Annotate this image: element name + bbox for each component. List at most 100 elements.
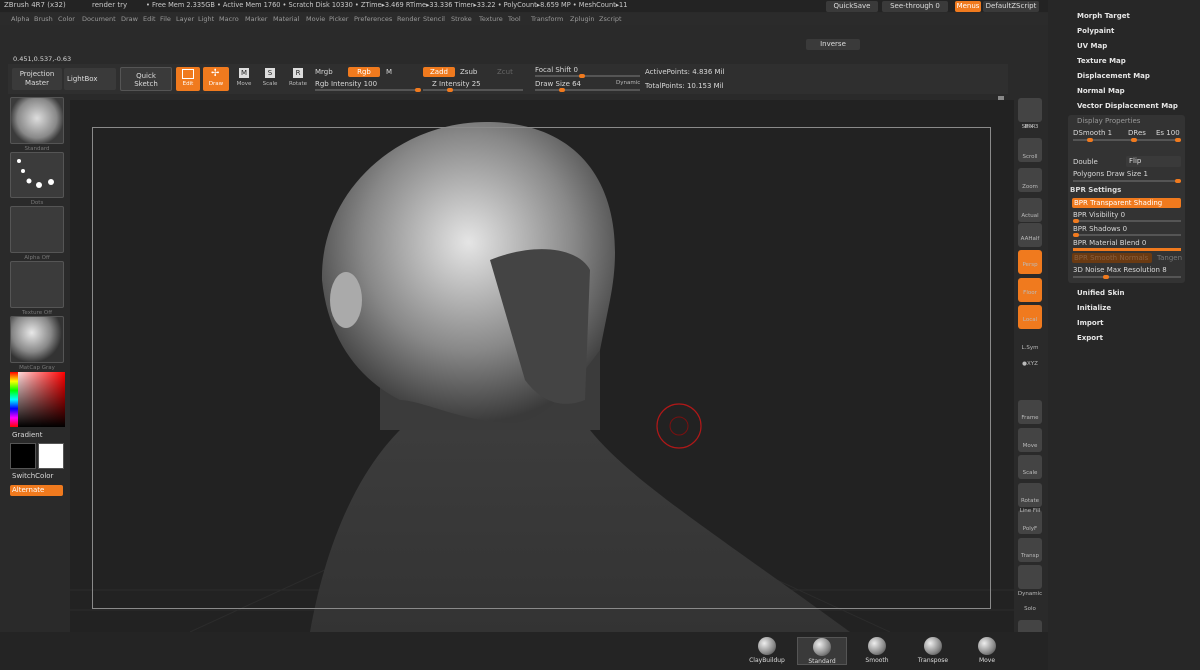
dsmooth-knob[interactable] xyxy=(1087,138,1093,142)
rgb-intensity-knob[interactable] xyxy=(415,88,421,92)
menu-brush[interactable]: Brush xyxy=(34,15,53,23)
tangent-button[interactable]: Tangen xyxy=(1157,254,1182,262)
quicksave-button[interactable]: QuickSave xyxy=(826,1,878,12)
menu-macro[interactable]: Macro xyxy=(219,15,239,23)
stroke-thumbnail[interactable]: Dots xyxy=(10,152,64,206)
alpha-thumbnail[interactable]: Alpha Off xyxy=(10,206,64,261)
brush-transpose-button[interactable]: Transpose xyxy=(908,637,958,665)
menu-edit[interactable]: Edit xyxy=(143,15,156,23)
menu-color[interactable]: Color xyxy=(58,15,75,23)
alternate-button[interactable]: Alternate xyxy=(10,485,63,496)
brush-move-button[interactable]: Move xyxy=(962,637,1012,665)
bpr-material-blend-label[interactable]: BPR Material Blend 0 xyxy=(1073,239,1146,247)
brush-thumbnail[interactable]: Standard xyxy=(10,97,64,152)
rgb-intensity-slider[interactable] xyxy=(315,88,421,92)
canvas-scroll-handle[interactable] xyxy=(998,96,1004,100)
z-intensity-knob[interactable] xyxy=(447,88,453,92)
focal-shift-slider[interactable] xyxy=(535,74,640,78)
tool-item-import[interactable]: Import xyxy=(1077,319,1104,327)
draw-size-slider[interactable] xyxy=(535,88,640,92)
polygons-draw-size-knob[interactable] xyxy=(1175,179,1181,183)
menu-material[interactable]: Material xyxy=(273,15,299,23)
tool-item-normal-map[interactable]: Normal Map xyxy=(1077,87,1125,95)
bpr-shadows-label[interactable]: BPR Shadows 0 xyxy=(1073,225,1127,233)
tool-item-initialize[interactable]: Initialize xyxy=(1077,304,1111,312)
tool-item-texture-map[interactable]: Texture Map xyxy=(1077,57,1126,65)
menus-button[interactable]: Menus xyxy=(955,1,981,12)
bpr-transparent-shading-button[interactable]: BPR Transparent Shading xyxy=(1072,198,1181,208)
tool-item-displacement-map[interactable]: Displacement Map xyxy=(1077,72,1150,80)
bpr-material-blend-slider[interactable] xyxy=(1073,248,1181,251)
menu-zplugin[interactable]: Zplugin xyxy=(570,15,595,23)
menu-stencil[interactable]: Stencil xyxy=(423,15,445,23)
tool-item-polypaint[interactable]: Polypaint xyxy=(1077,27,1114,35)
secondary-color-swatch[interactable] xyxy=(38,443,64,469)
quick-sketch-button[interactable]: Quick Sketch xyxy=(120,67,172,91)
dres-knob[interactable] xyxy=(1131,138,1137,142)
zadd-button[interactable]: Zadd xyxy=(423,67,455,77)
menu-preferences[interactable]: Preferences xyxy=(354,15,392,23)
noise-resolution-knob[interactable] xyxy=(1103,275,1109,279)
dynamic-button[interactable]: Dynamic xyxy=(616,80,640,86)
hue-strip[interactable] xyxy=(10,372,18,427)
tool-item-morph-target[interactable]: Morph Target xyxy=(1077,12,1130,20)
brush-smooth-button[interactable]: Smooth xyxy=(852,637,902,665)
menu-stroke[interactable]: Stroke xyxy=(451,15,472,23)
menu-zscript[interactable]: Zscript xyxy=(599,15,622,23)
menu-texture[interactable]: Texture xyxy=(479,15,503,23)
dsmooth-slider[interactable] xyxy=(1073,138,1181,142)
menu-transform[interactable]: Transform xyxy=(531,15,563,23)
menu-picker[interactable]: Picker xyxy=(329,15,348,23)
zsub-button[interactable]: Zsub xyxy=(460,68,477,76)
menu-layer[interactable]: Layer xyxy=(176,15,194,23)
inverse-button[interactable]: Inverse xyxy=(806,39,860,50)
polygons-draw-size-label[interactable]: Polygons Draw Size 1 xyxy=(1073,170,1148,178)
bpr-shadows-knob[interactable] xyxy=(1073,233,1079,237)
menu-alpha[interactable]: Alpha xyxy=(11,15,29,23)
texture-thumbnail[interactable]: Texture Off xyxy=(10,261,64,316)
menu-file[interactable]: File xyxy=(160,15,171,23)
main-color-swatch[interactable] xyxy=(10,443,36,469)
menu-tool[interactable]: Tool xyxy=(508,15,521,23)
bpr-visibility-knob[interactable] xyxy=(1073,219,1079,223)
zcut-button[interactable]: Zcut xyxy=(497,68,513,76)
menu-light[interactable]: Light xyxy=(198,15,214,23)
es-label[interactable]: Es 100 xyxy=(1156,129,1180,137)
draw-size-knob[interactable] xyxy=(559,88,565,92)
projection-master-button[interactable]: Projection Master xyxy=(12,68,62,90)
brush-standard-button[interactable]: Standard xyxy=(797,637,847,665)
color-picker[interactable] xyxy=(10,372,65,427)
see-through-slider[interactable]: See-through 0 xyxy=(882,1,948,12)
mrgb-button[interactable]: Mrgb xyxy=(315,68,333,76)
tool-item-export[interactable]: Export xyxy=(1077,334,1103,342)
menu-movie[interactable]: Movie xyxy=(306,15,325,23)
tool-item-unified-skin[interactable]: Unified Skin xyxy=(1077,289,1125,297)
aahalf-button[interactable] xyxy=(1018,223,1042,247)
noise-resolution-label[interactable]: 3D Noise Max Resolution 8 xyxy=(1073,266,1167,274)
m-button[interactable]: M xyxy=(386,68,392,76)
switchcolor-button[interactable]: SwitchColor xyxy=(12,472,53,480)
dres-label[interactable]: DRes xyxy=(1128,129,1146,137)
focal-shift-knob[interactable] xyxy=(579,74,585,78)
bpr-button[interactable] xyxy=(1018,98,1042,122)
bpr-shadows-slider[interactable] xyxy=(1073,233,1181,237)
lightbox-button[interactable]: LightBox xyxy=(64,68,116,90)
menu-render[interactable]: Render xyxy=(397,15,420,23)
double-button[interactable]: Double xyxy=(1073,158,1098,166)
z-intensity-slider[interactable] xyxy=(423,88,523,92)
es-knob[interactable] xyxy=(1175,138,1181,142)
flip-button[interactable]: Flip xyxy=(1126,156,1181,167)
tool-item-uv-map[interactable]: UV Map xyxy=(1077,42,1107,50)
tool-item-vector-displacement-map[interactable]: Vector Displacement Map xyxy=(1077,102,1178,110)
menu-document[interactable]: Document xyxy=(82,15,116,23)
menu-marker[interactable]: Marker xyxy=(245,15,267,23)
material-thumbnail[interactable]: MatCap Gray xyxy=(10,316,64,371)
bpr-visibility-label[interactable]: BPR Visibility 0 xyxy=(1073,211,1125,219)
bpr-settings-header[interactable]: BPR Settings xyxy=(1070,186,1121,194)
solo-button[interactable] xyxy=(1018,565,1042,589)
menu-draw[interactable]: Draw xyxy=(121,15,138,23)
brush-claybuildup-button[interactable]: ClayBuildup xyxy=(742,637,792,665)
gradient-button[interactable]: Gradient xyxy=(12,431,42,439)
bpr-visibility-slider[interactable] xyxy=(1073,219,1181,223)
dsmooth-label[interactable]: DSmooth 1 xyxy=(1073,129,1112,137)
